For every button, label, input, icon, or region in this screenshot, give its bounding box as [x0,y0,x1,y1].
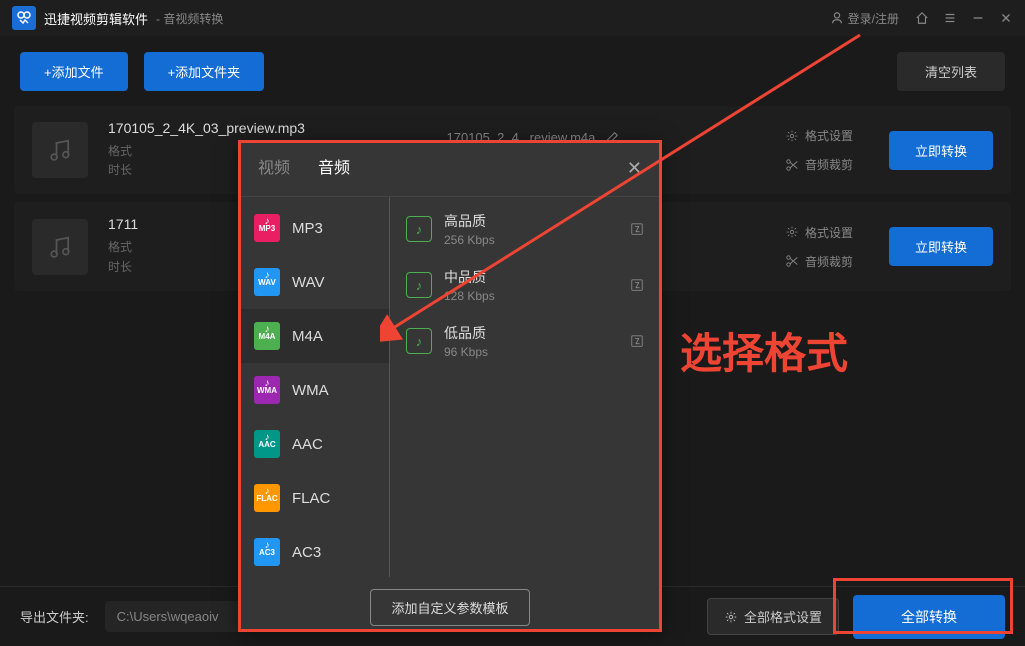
format-item-ac3[interactable]: AC3 AC3 [240,525,389,577]
format-item-flac[interactable]: FLAC FLAC [240,471,389,525]
format-icon: AAC [254,430,280,458]
global-settings-button[interactable]: 全部格式设置 [707,598,839,635]
clear-list-button[interactable]: 清空列表 [897,52,1005,91]
convert-button[interactable]: 立即转换 [889,227,993,266]
app-title: 迅捷视频剪辑软件 [44,9,148,28]
file-thumbnail [32,122,88,178]
gear-icon [785,225,799,239]
format-label: MP3 [292,220,323,237]
edit-icon[interactable] [630,222,644,236]
add-folder-button[interactable]: +添加文件夹 [144,52,265,91]
login-link[interactable]: 登录/注册 [830,10,899,27]
file-thumbnail [32,219,88,275]
quality-item[interactable]: ♪ 高品质 256 Kbps [390,201,660,257]
user-icon [830,11,844,25]
format-icon: WMA [254,376,280,404]
format-label: WAV [292,274,325,291]
titlebar-left: 迅捷视频剪辑软件 - 音视频转换 [12,6,223,30]
music-icon: ♪ [406,216,432,242]
modal-close-icon[interactable]: ✕ [627,158,642,179]
file-name: 170105_2_4K_03_preview.mp3 [108,120,427,136]
titlebar: 迅捷视频剪辑软件 - 音视频转换 登录/注册 [0,0,1025,36]
format-icon: AC3 [254,538,280,566]
tab-audio[interactable]: 音频 [318,154,350,182]
format-item-mp3[interactable]: MP3 MP3 [240,201,389,255]
scissors-icon [785,158,799,172]
quality-rate: 96 Kbps [444,345,618,359]
quality-rate: 256 Kbps [444,233,618,247]
format-list: MP3 MP3 WAV WAV M4A M4A WMA WMA AAC AAC FLAC FLAC AC… [240,197,390,577]
convert-all-button[interactable]: 全部转换 [853,595,1005,639]
scissors-icon [785,254,799,268]
format-item-aac[interactable]: AAC AAC [240,417,389,471]
music-icon: ♪ [406,272,432,298]
format-icon: M4A [254,322,280,350]
add-template-button[interactable]: 添加自定义参数模板 [370,589,529,626]
toolbar: +添加文件 +添加文件夹 清空列表 [0,36,1025,106]
format-label: WMA [292,382,329,399]
quality-item[interactable]: ♪ 中品质 128 Kbps [390,257,660,313]
add-file-button[interactable]: +添加文件 [20,52,128,91]
format-item-m4a[interactable]: M4A M4A [240,309,389,363]
music-icon: ♪ [406,328,432,354]
app-logo [12,6,36,30]
home-icon[interactable] [915,11,929,25]
quality-name: 低品质 [444,323,618,343]
format-label: AC3 [292,544,321,561]
close-icon[interactable] [999,11,1013,25]
export-label: 导出文件夹: [20,607,89,626]
edit-icon[interactable] [630,278,644,292]
format-icon: FLAC [254,484,280,512]
convert-button[interactable]: 立即转换 [889,131,993,170]
menu-icon[interactable] [943,11,957,25]
format-icon: MP3 [254,214,280,242]
quality-name: 高品质 [444,211,618,231]
quality-name: 中品质 [444,267,618,287]
format-settings-link[interactable]: 格式设置 [785,224,865,241]
gear-icon [785,129,799,143]
audio-crop-link[interactable]: 音频裁剪 [785,156,865,173]
format-label: AAC [292,436,323,453]
quality-rate: 128 Kbps [444,289,618,303]
tab-video[interactable]: 视频 [258,154,290,182]
edit-icon[interactable] [630,334,644,348]
app-subtitle: - 音视频转换 [156,10,223,27]
gear-icon [724,610,738,624]
quality-list: ♪ 高品质 256 Kbps ♪ 中品质 128 Kbps ♪ 低品质 96 Kbps [390,197,660,577]
format-icon: WAV [254,268,280,296]
format-settings-link[interactable]: 格式设置 [785,127,865,144]
titlebar-right: 登录/注册 [830,10,1013,27]
format-label: M4A [292,328,323,345]
format-modal: 视频 音频 ✕ MP3 MP3 WAV WAV M4A M4A WMA WMA AAC AAC FL… [240,140,660,630]
annotation-text: 选择格式 [680,320,848,381]
audio-crop-link[interactable]: 音频裁剪 [785,253,865,270]
format-label: FLAC [292,490,330,507]
format-item-wma[interactable]: WMA WMA [240,363,389,417]
format-item-wav[interactable]: WAV WAV [240,255,389,309]
minimize-icon[interactable] [971,11,985,25]
quality-item[interactable]: ♪ 低品质 96 Kbps [390,313,660,369]
